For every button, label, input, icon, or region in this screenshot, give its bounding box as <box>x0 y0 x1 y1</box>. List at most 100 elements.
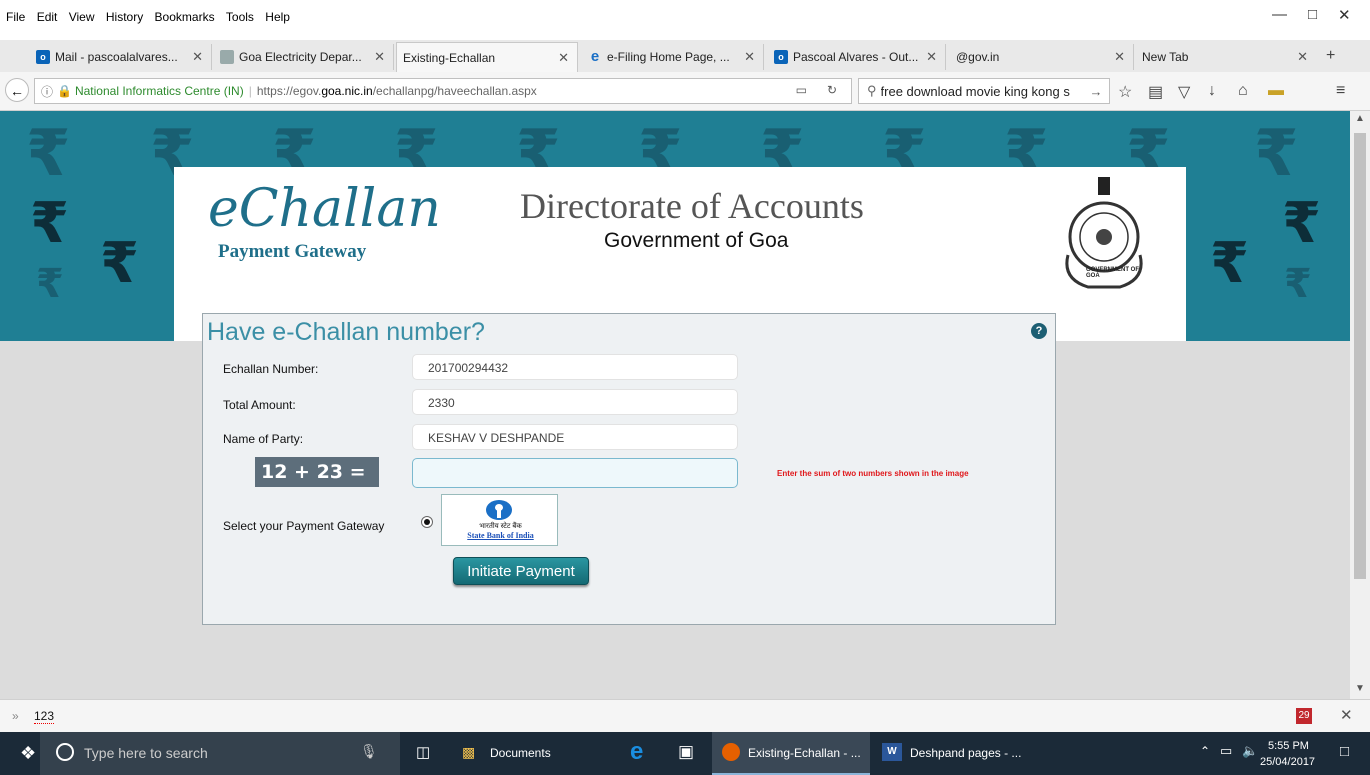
close-tab-icon[interactable]: ✕ <box>192 49 203 65</box>
store-icon[interactable]: ▣ <box>678 742 694 762</box>
taskbar-app-label: Existing-Echallan - ... <box>748 746 861 760</box>
menu-file[interactable]: File <box>6 10 25 24</box>
firefox-icon <box>722 743 740 761</box>
clock-time[interactable]: 5:55 PM <box>1268 740 1309 752</box>
tab-gov-in[interactable]: @gov.in ✕ <box>950 44 1134 70</box>
initiate-payment-button[interactable]: Initiate Payment <box>453 557 589 585</box>
tab-mail[interactable]: o Mail - pascoalalvares... ✕ <box>30 44 212 70</box>
sbi-english-name: State Bank of India <box>467 531 534 540</box>
task-view-icon[interactable]: ◫ <box>416 743 430 761</box>
lock-icon: 🔒 <box>57 84 72 98</box>
site-identity[interactable]: National Informatics Centre (IN) <box>75 84 244 98</box>
taskbar-search-box[interactable]: Type here to search 🎙 <box>40 732 400 775</box>
close-tab-icon[interactable]: ✕ <box>744 49 755 65</box>
rupee-decor-icon: ₹ <box>1254 117 1299 191</box>
rupee-decor-icon: ₹ <box>30 191 69 256</box>
sbi-gateway-radio[interactable] <box>421 516 433 528</box>
tab-efiling[interactable]: e e-Filing Home Page, ... ✕ <box>582 44 764 70</box>
close-tab-icon[interactable]: ✕ <box>926 49 937 65</box>
taskbar-word[interactable]: W Deshpand pages - ... <box>874 732 1030 775</box>
captcha-hint: Enter the sum of two numbers shown in th… <box>777 469 969 478</box>
home-icon[interactable]: ⌂ <box>1238 82 1248 100</box>
total-amount-field[interactable]: 2330 <box>412 389 738 415</box>
tab-label: New Tab <box>1142 50 1189 64</box>
close-tab-icon[interactable]: ✕ <box>374 49 385 65</box>
captcha-input[interactable] <box>412 458 738 488</box>
search-bar[interactable]: ⚲ free download movie king kong s → <box>858 78 1110 104</box>
extension-icon[interactable]: ▬ <box>1268 82 1284 100</box>
page-scrollbar[interactable]: ▲ ▼ <box>1350 111 1370 699</box>
echallan-number-field[interactable]: 201700294432 <box>412 354 738 380</box>
close-window-icon[interactable]: ✕ <box>1338 6 1351 24</box>
maximize-icon[interactable]: □ <box>1308 6 1317 23</box>
microphone-icon[interactable]: 🎙 <box>360 743 378 760</box>
info-icon[interactable]: ⓘ <box>41 83 53 100</box>
taskbar-firefox[interactable]: Existing-Echallan - ... <box>712 732 870 775</box>
close-tab-icon[interactable]: ✕ <box>1297 49 1308 65</box>
tab-goa-electricity[interactable]: Goa Electricity Depar... ✕ <box>214 44 394 70</box>
party-name-field[interactable]: KESHAV V DESHPANDE <box>412 424 738 450</box>
menu-hamburger-icon[interactable]: ≡ <box>1336 82 1345 100</box>
emblem-icon <box>220 50 234 64</box>
windows-start-icon[interactable]: ❖ <box>20 743 36 764</box>
scroll-up-icon[interactable]: ▲ <box>1355 113 1365 124</box>
find-input-value[interactable]: 123 <box>34 709 55 724</box>
url-bar[interactable]: ⓘ 🔒 National Informatics Centre (IN) | h… <box>34 78 852 104</box>
taskbar-documents[interactable]: Documents <box>490 746 551 760</box>
tab-label: Goa Electricity Depar... <box>239 50 362 64</box>
volume-muted-icon[interactable]: 🔈 <box>1242 743 1258 759</box>
new-tab-icon[interactable]: + <box>1326 47 1335 65</box>
scroll-down-icon[interactable]: ▼ <box>1355 683 1365 694</box>
network-icon[interactable]: ▭ <box>1220 743 1232 759</box>
total-amount-label: Total Amount: <box>223 398 296 412</box>
menu-help[interactable]: Help <box>265 10 290 24</box>
reader-view-icon[interactable]: ▭ <box>796 83 807 97</box>
action-center-icon[interactable]: □ <box>1340 743 1349 760</box>
minimize-icon[interactable]: — <box>1272 6 1287 23</box>
url-prefix: https://egov. <box>256 84 322 98</box>
sbi-emblem-icon <box>486 500 512 520</box>
download-icon[interactable]: ↓ <box>1208 82 1216 100</box>
captcha-image: 12 + 23 = <box>255 457 379 487</box>
chevron-right-icon[interactable]: » <box>12 709 19 723</box>
party-name-label: Name of Party: <box>223 432 304 446</box>
bookmark-star-icon[interactable]: ☆ <box>1118 82 1132 102</box>
search-go-icon[interactable]: → <box>1090 84 1103 99</box>
cortana-icon <box>56 743 74 761</box>
menu-tools[interactable]: Tools <box>226 10 254 24</box>
menu-view[interactable]: View <box>69 10 95 24</box>
menu-bookmarks[interactable]: Bookmarks <box>155 10 215 24</box>
notification-badge[interactable]: 29 <box>1296 708 1312 724</box>
goa-emblem: GOVERNMENT OF GOA <box>1058 175 1150 295</box>
scrollbar-thumb[interactable] <box>1354 133 1366 579</box>
outlook-icon: o <box>36 50 50 64</box>
edge-icon[interactable]: e <box>630 738 643 766</box>
bookmarks-library-icon[interactable]: ▤ <box>1148 82 1163 102</box>
tab-new-tab[interactable]: New Tab ✕ <box>1136 44 1316 70</box>
tab-existing-echallan[interactable]: Existing-Echallan ✕ <box>396 42 578 72</box>
close-tab-icon[interactable]: ✕ <box>1114 49 1125 65</box>
payment-gateway-label: Select your Payment Gateway <box>223 519 385 533</box>
pocket-icon[interactable]: ▽ <box>1178 82 1190 102</box>
back-icon[interactable]: ← <box>5 78 29 102</box>
help-icon[interactable]: ? <box>1031 323 1047 339</box>
menu-history[interactable]: History <box>106 10 143 24</box>
find-bar: » 123 29 ✕ <box>0 699 1370 733</box>
tab-label: e-Filing Home Page, ... <box>607 50 730 64</box>
form-heading: Have e-Challan number? <box>207 318 485 346</box>
clock-date[interactable]: 25/04/2017 <box>1260 756 1315 768</box>
rupee-decor-icon: ₹ <box>26 117 71 191</box>
close-findbar-icon[interactable]: ✕ <box>1340 706 1353 724</box>
tray-chevron-up-icon[interactable]: ⌃ <box>1200 744 1210 758</box>
folder-icon[interactable]: ▩ <box>462 744 475 761</box>
reload-icon[interactable]: ↻ <box>827 83 837 97</box>
tab-label: @gov.in <box>956 50 1000 64</box>
search-icon: ⚲ <box>867 83 877 98</box>
tab-bar: o Mail - pascoalalvares... ✕ Goa Electri… <box>0 40 1370 73</box>
search-value: free download movie king kong s <box>880 83 1070 99</box>
menu-edit[interactable]: Edit <box>37 10 58 24</box>
taskbar-app-label: Deshpand pages - ... <box>910 746 1022 760</box>
close-tab-icon[interactable]: ✕ <box>558 50 569 66</box>
tab-pascoal-outlook[interactable]: o Pascoal Alvares - Out... ✕ <box>768 44 946 70</box>
sbi-logo[interactable]: भारतीय स्टेट बैंक State Bank of India <box>441 494 558 546</box>
